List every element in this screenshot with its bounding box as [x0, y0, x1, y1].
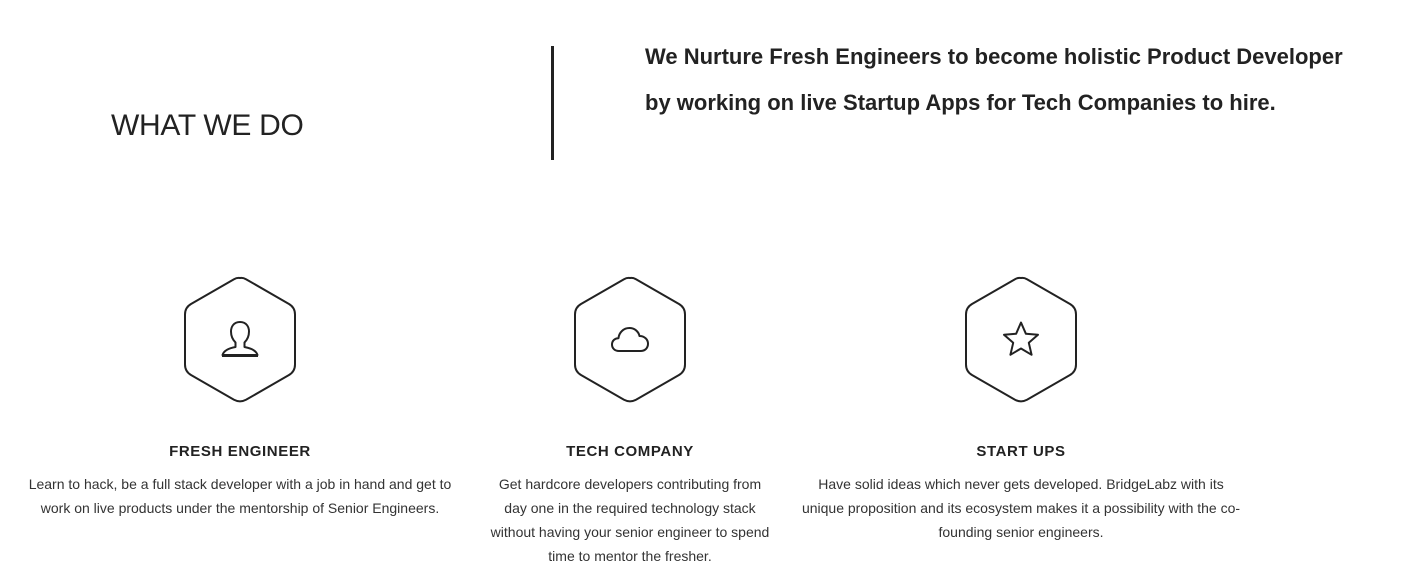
- feature-title: START UPS: [976, 443, 1066, 460]
- feature-title: TECH COMPANY: [566, 443, 694, 460]
- tagline-line: We Nurture Fresh Engineers to become hol…: [645, 44, 1343, 69]
- cloud-icon: [610, 321, 650, 357]
- description-line: unique proposition and its ecosystem mak…: [801, 500, 1241, 516]
- description-line: Learn to hack, be a full stack developer…: [28, 476, 452, 492]
- hexagon-badge: [964, 276, 1078, 403]
- vertical-divider: [551, 46, 554, 160]
- tagline-line: by working on live Startup Apps for Tech…: [645, 90, 1276, 115]
- feature-description: Learn to hack, be a full stack developer…: [20, 472, 460, 520]
- hexagon-badge: [183, 276, 297, 403]
- description-line: Get hardcore developers contributing fro…: [498, 476, 762, 492]
- tagline: We Nurture Fresh Engineers to become hol…: [645, 34, 1405, 126]
- description-line: Have solid ideas which never gets develo…: [818, 476, 1224, 492]
- star-icon: [1001, 320, 1041, 360]
- hexagon-badge: [573, 276, 687, 403]
- description-line: time to mentor the fresher.: [548, 548, 712, 564]
- section-title: WHAT WE DO: [111, 108, 304, 142]
- description-line: without having your senior engineer to s…: [490, 524, 770, 540]
- description-line: day one in the required technology stack: [504, 500, 756, 516]
- feature-description: Have solid ideas which never gets develo…: [796, 472, 1246, 544]
- feature-title: FRESH ENGINEER: [169, 443, 311, 460]
- description-line: work on live products under the mentorsh…: [40, 500, 440, 516]
- feature-description: Get hardcore developers contributing fro…: [460, 472, 800, 568]
- description-line: founding senior engineers.: [938, 524, 1104, 540]
- user-icon: [220, 319, 260, 359]
